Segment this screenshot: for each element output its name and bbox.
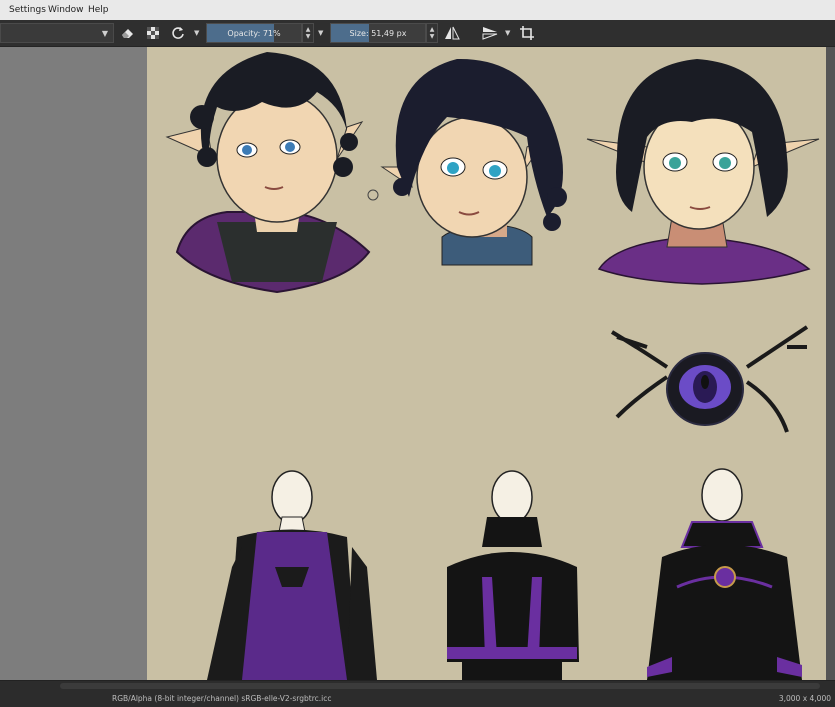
- chevron-down-icon[interactable]: ▼: [194, 29, 199, 37]
- mirror-vertical-icon[interactable]: [480, 24, 500, 42]
- outfit-purple-tunic: [207, 470, 377, 680]
- image-dimensions: 3,000 x 4,000: [778, 694, 831, 703]
- menu-window[interactable]: Window: [48, 5, 84, 15]
- eraser-icon[interactable]: [118, 24, 138, 42]
- menu-bar: Settings Window Help: [0, 0, 835, 20]
- blending-mode-combo[interactable]: ▼: [0, 23, 114, 43]
- mirror-horizontal-icon[interactable]: [442, 24, 462, 42]
- size-spinner[interactable]: ▲ ▼: [426, 23, 438, 43]
- outfit-black-robe-purple-trim: [647, 468, 802, 680]
- color-profile-info: RGB/Alpha (8-bit integer/channel) sRGB-e…: [112, 694, 332, 703]
- purple-eye-emblem: [610, 325, 809, 433]
- artwork: [165, 52, 820, 680]
- opacity-slider[interactable]: Opacity: 71%: [206, 23, 302, 43]
- portrait-short-hair-purple-top: [586, 59, 820, 285]
- size-label: Size: 51,49 px: [349, 29, 407, 38]
- tool-options-bar: ▼ ▼ Opacity: 71% ▲ ▼ ▼ Size: 51,49 px ▲ ▼ …: [0, 20, 835, 47]
- portrait-curly-hair-hooded: [165, 52, 371, 294]
- portrait-wavy-hair-blue-top: [380, 58, 567, 266]
- alpha-lock-icon[interactable]: [143, 24, 163, 42]
- horizontal-scrollbar[interactable]: [60, 683, 820, 689]
- size-slider[interactable]: Size: 51,49 px: [330, 23, 426, 43]
- opacity-label: Opacity: 71%: [227, 29, 281, 38]
- chevron-down-icon[interactable]: ▼: [318, 29, 323, 37]
- status-bar: RGB/Alpha (8-bit integer/channel) sRGB-e…: [0, 680, 835, 707]
- opacity-spinner[interactable]: ▲ ▼: [302, 23, 314, 43]
- reload-preset-icon[interactable]: [168, 24, 188, 42]
- right-scroll-strip[interactable]: [826, 47, 835, 680]
- outfit-black-cloak: [447, 470, 579, 680]
- menu-settings[interactable]: Settings: [9, 5, 46, 15]
- canvas-area[interactable]: [147, 47, 835, 680]
- crop-icon[interactable]: [517, 24, 537, 42]
- left-docker-panel: [0, 47, 147, 680]
- chevron-down-icon[interactable]: ▼: [505, 29, 510, 37]
- chevron-down-icon: ▼: [101, 29, 108, 38]
- brush-cursor: [367, 189, 379, 201]
- menu-help[interactable]: Help: [88, 5, 109, 15]
